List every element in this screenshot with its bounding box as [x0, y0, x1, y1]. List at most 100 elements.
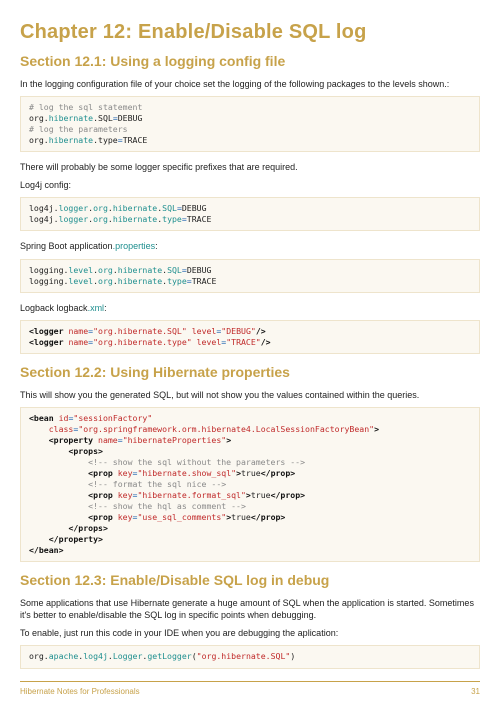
- code-comment: <!-- show the hql as comment -->: [88, 501, 246, 511]
- code-token: [29, 457, 88, 467]
- code-tag: <logger: [29, 326, 64, 336]
- code-tag: <bean: [29, 413, 54, 423]
- code-string: "hibernate.format_sql": [137, 490, 245, 500]
- code-string: "hibernateProperties": [123, 435, 227, 445]
- code-token: log4j: [83, 651, 108, 661]
- text: .xml: [88, 303, 105, 313]
- section-12-2-title: Section 12.2: Using Hibernate properties: [20, 363, 480, 383]
- code-token: hibernate: [113, 214, 157, 224]
- code-token: org.: [29, 135, 49, 145]
- code-token: .SQL: [93, 113, 113, 123]
- code-attr: name: [64, 337, 89, 347]
- code-token: [29, 534, 49, 544]
- code-tag: />: [256, 326, 266, 336]
- body-text: In the logging configuration file of you…: [20, 78, 480, 90]
- code-tag: </prop>: [271, 490, 306, 500]
- code-token: [29, 435, 49, 445]
- code-string: "TRACE": [226, 337, 261, 347]
- code-block: # log the sql statement org.hibernate.SQ…: [20, 96, 480, 152]
- code-token: org: [98, 265, 113, 275]
- code-token: SQL: [167, 265, 182, 275]
- code-comment: <!-- format the sql nice -->: [88, 479, 226, 489]
- code-comment: # log the sql statement: [29, 102, 142, 112]
- body-text: Some applications that use Hibernate gen…: [20, 597, 480, 621]
- code-token: logging.: [29, 265, 68, 275]
- code-attr: name: [64, 326, 89, 336]
- code-token: org: [93, 203, 108, 213]
- code-tag: <prop: [88, 468, 113, 478]
- code-token: [29, 512, 88, 522]
- code-tag: <logger: [29, 337, 64, 347]
- code-token: true: [251, 490, 271, 500]
- code-token: [29, 523, 68, 533]
- chapter-title: Chapter 12: Enable/Disable SQL log: [20, 18, 480, 46]
- code-token: logger: [59, 214, 89, 224]
- code-attr: class: [29, 424, 73, 434]
- body-text: Logback logback.xml:: [20, 302, 480, 314]
- code-token: log4j.: [29, 214, 59, 224]
- text: Spring Boot application: [20, 241, 113, 251]
- code-string: "hibernate.show_sql": [137, 468, 236, 478]
- code-token: [29, 479, 88, 489]
- code-token: org: [98, 276, 113, 286]
- code-tag: <props>: [68, 446, 103, 456]
- code-token: getLogger: [147, 651, 191, 661]
- text: Logback logback: [20, 303, 88, 313]
- code-token: DEBUG: [118, 113, 143, 123]
- code-token: type: [162, 214, 182, 224]
- code-string: "org.springframework.orm.hibernate4.Loca…: [78, 424, 374, 434]
- code-attr: id: [54, 413, 69, 423]
- code-token: org.: [29, 113, 49, 123]
- code-token: true: [231, 512, 251, 522]
- code-attr: key: [113, 490, 133, 500]
- code-token: level: [68, 276, 93, 286]
- code-attr: level: [192, 337, 222, 347]
- code-string: "use_sql_comments": [137, 512, 226, 522]
- code-attr: key: [113, 512, 133, 522]
- code-token: .type: [93, 135, 118, 145]
- body-text: Spring Boot application.properties:: [20, 240, 480, 252]
- code-attr: level: [187, 326, 217, 336]
- code-string: "org.hibernate.type": [93, 337, 192, 347]
- body-text: This will show you the generated SQL, bu…: [20, 389, 480, 401]
- footer-page-number: 31: [471, 686, 480, 697]
- code-block: log4j.logger.org.hibernate.SQL=DEBUG log…: [20, 197, 480, 231]
- code-token: level: [68, 265, 93, 275]
- body-text: There will probably be some logger speci…: [20, 161, 480, 173]
- code-token: TRACE: [123, 135, 148, 145]
- code-token: hibernate: [113, 203, 157, 213]
- code-token: [29, 501, 88, 511]
- code-token: true: [241, 468, 261, 478]
- code-token: hibernate: [49, 113, 93, 123]
- code-tag: </property>: [49, 534, 103, 544]
- code-token: hibernate: [118, 265, 162, 275]
- code-tag: </prop>: [261, 468, 296, 478]
- code-tag: <prop: [88, 512, 113, 522]
- code-comment: # log the parameters: [29, 124, 128, 134]
- code-tag: <prop: [88, 490, 113, 500]
- body-text: To enable, just run this code in your ID…: [20, 627, 480, 639]
- code-token: apache: [49, 651, 79, 661]
- text: :: [104, 303, 107, 313]
- code-token: logger: [59, 203, 89, 213]
- code-token: [29, 468, 88, 478]
- code-token: ): [290, 651, 295, 661]
- code-token: hibernate: [49, 135, 93, 145]
- code-tag: </bean>: [29, 545, 64, 555]
- code-token: TRACE: [187, 214, 212, 224]
- code-tag: </prop>: [251, 512, 286, 522]
- text: .properties: [113, 241, 156, 251]
- code-token: [29, 446, 68, 456]
- code-string: "org.hibernate.SQL": [197, 651, 291, 661]
- code-tag: </props>: [68, 523, 107, 533]
- code-string: "DEBUG": [221, 326, 256, 336]
- code-token: hibernate: [118, 276, 162, 286]
- code-token: TRACE: [192, 276, 217, 286]
- code-comment: <!-- show the sql without the parameters…: [88, 457, 305, 467]
- footer-title: Hibernate Notes for Professionals: [20, 686, 140, 697]
- code-token: log4j.: [29, 203, 59, 213]
- code-attr: name: [93, 435, 118, 445]
- code-token: org: [93, 214, 108, 224]
- code-token: Logger: [113, 651, 143, 661]
- code-token: logging.: [29, 276, 68, 286]
